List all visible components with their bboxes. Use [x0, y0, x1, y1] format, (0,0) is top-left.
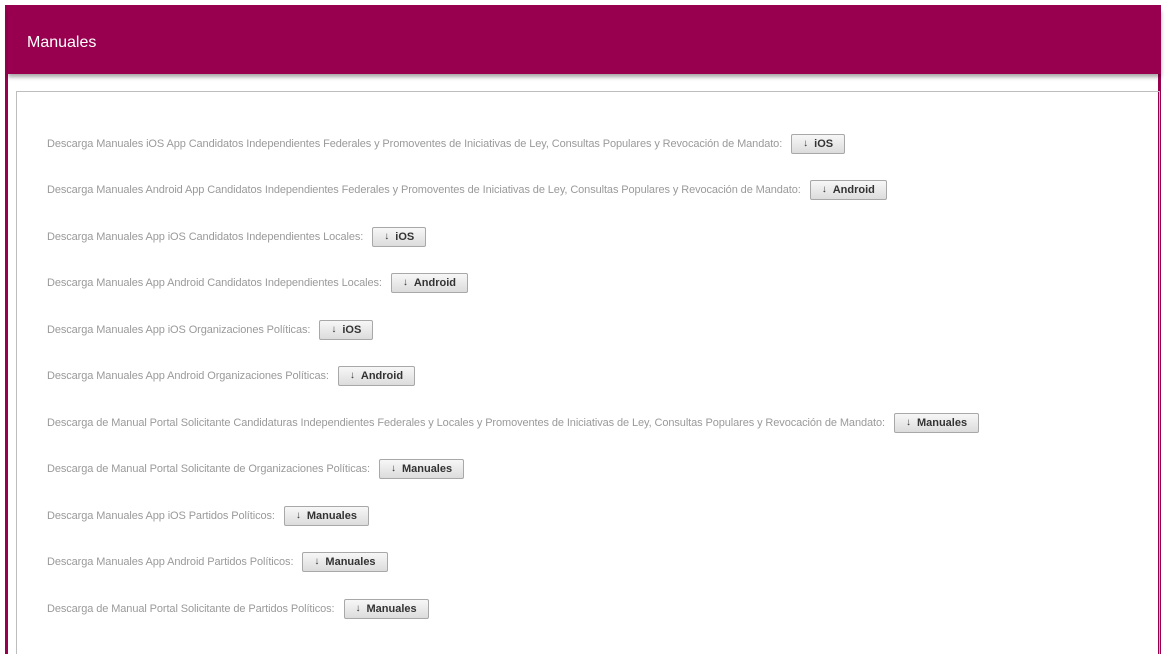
download-row-label: Descarga Manuales App iOS Organizaciones… [47, 324, 311, 336]
download-arrow-icon: ↓ [402, 277, 408, 288]
download-button-label: Android [413, 277, 457, 289]
download-row: Descarga de Manual Portal Solicitante de… [47, 599, 429, 619]
download-button-label: iOS [395, 231, 415, 243]
page-title: Manuales [27, 34, 97, 51]
download-row-label: Descarga Manuales iOS App Candidatos Ind… [47, 138, 783, 150]
download-manuales-button[interactable]: ↓ Manuales [343, 599, 429, 619]
download-row: Descarga Manuales Android App Candidatos… [47, 180, 887, 200]
download-row: Descarga Manuales App Android Organizaci… [47, 366, 416, 386]
download-button-label: Manuales [916, 417, 968, 429]
download-android-button[interactable]: ↓ Android [809, 180, 887, 200]
download-arrow-icon: ↓ [349, 370, 355, 381]
download-ios-button[interactable]: ↓ iOS [319, 320, 374, 340]
download-row: Descarga de Manual Portal Solicitante de… [47, 459, 465, 479]
download-row-label: Descarga Manuales App iOS Candidatos Ind… [47, 231, 364, 243]
download-row: Descarga Manuales iOS App Candidatos Ind… [47, 134, 846, 154]
download-arrow-icon: ↓ [803, 138, 809, 149]
download-row: Descarga Manuales App iOS Organizaciones… [47, 320, 374, 340]
download-android-button[interactable]: ↓ Android [390, 273, 469, 293]
download-arrow-icon: ↓ [355, 603, 361, 614]
download-arrow-icon: ↓ [390, 463, 396, 474]
download-row-label: Descarga de Manual Portal Solicitante de… [47, 463, 370, 475]
download-row-label: Descarga de Manual Portal Solicitante Ca… [47, 417, 885, 429]
download-arrow-icon: ↓ [905, 417, 911, 428]
download-row: Descarga Manuales App Android Partidos P… [47, 552, 388, 572]
download-row-label: Descarga Manuales App iOS Partidos Polít… [47, 510, 275, 522]
download-arrow-icon: ↓ [295, 510, 301, 521]
download-row-label: Descarga Manuales App Android Candidatos… [47, 277, 382, 289]
download-row: Descarga Manuales App iOS Candidatos Ind… [47, 227, 427, 247]
download-ios-button[interactable]: ↓ iOS [372, 227, 427, 247]
download-button-label: Manuales [306, 510, 357, 522]
download-row-label: Descarga de Manual Portal Solicitante de… [47, 603, 335, 615]
download-arrow-icon: ↓ [384, 231, 390, 242]
download-ios-button[interactable]: ↓ iOS [791, 134, 846, 154]
download-row-label: Descarga Manuales App Android Organizaci… [47, 370, 329, 382]
download-arrow-icon: ↓ [314, 556, 320, 567]
download-manuales-button[interactable]: ↓ Manuales [893, 413, 980, 433]
download-android-button[interactable]: ↓ Android [337, 366, 416, 386]
download-row: Descarga Manuales App Android Candidatos… [47, 273, 469, 293]
download-row-label: Descarga Manuales App Android Partidos P… [47, 556, 294, 568]
download-button-label: Manuales [401, 463, 453, 475]
download-row: Descarga Manuales App iOS Partidos Polít… [47, 506, 369, 526]
download-button-label: iOS [814, 138, 834, 150]
download-button-label: iOS [342, 324, 362, 336]
download-button-label: Android [832, 184, 875, 196]
download-button-label: Manuales [325, 556, 376, 568]
download-arrow-icon: ↓ [821, 184, 827, 195]
download-button-label: Manuales [366, 603, 417, 615]
download-row-label: Descarga Manuales Android App Candidatos… [47, 184, 801, 196]
download-row: Descarga de Manual Portal Solicitante Ca… [47, 413, 980, 433]
page-header: Manuales [8, 8, 1161, 74]
download-manuales-button[interactable]: ↓ Manuales [378, 459, 465, 479]
download-arrow-icon: ↓ [331, 324, 337, 335]
download-button-label: Android [360, 370, 404, 382]
download-manuales-button[interactable]: ↓ Manuales [283, 506, 369, 526]
download-manuales-button[interactable]: ↓ Manuales [302, 552, 388, 572]
